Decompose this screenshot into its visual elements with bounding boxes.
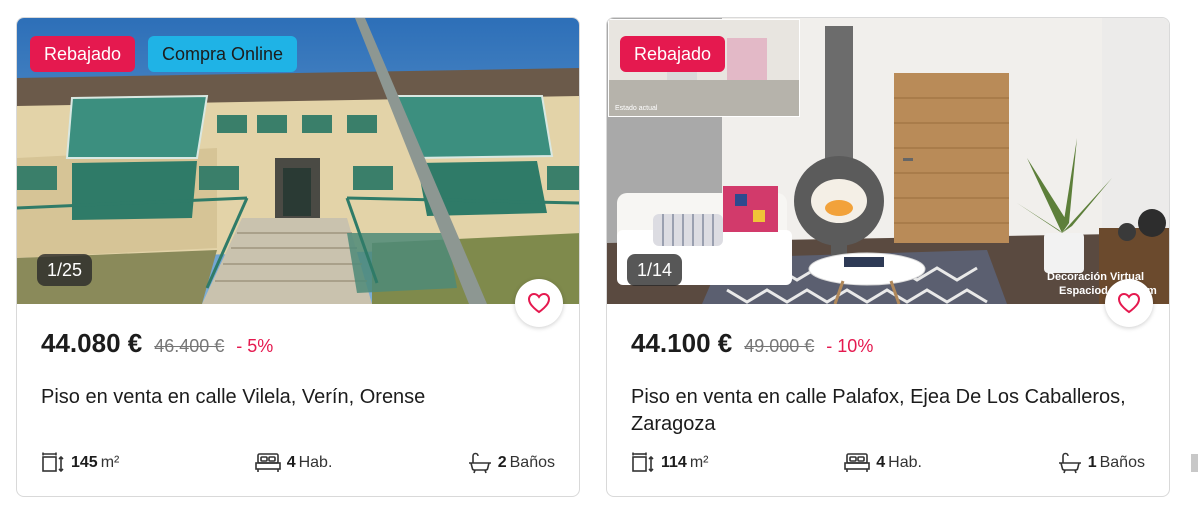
photo-counter: 1/14 bbox=[627, 254, 683, 286]
baths-feature: 2 Baños bbox=[468, 452, 555, 474]
bathtub-icon bbox=[468, 452, 491, 474]
features-row: 145 m² 4 Hab. 2 Baños bbox=[41, 450, 555, 476]
area-unit: m² bbox=[689, 454, 709, 471]
photo-counter: 1/25 bbox=[37, 254, 93, 286]
inset-label: Estado actual bbox=[615, 105, 658, 112]
scrollbar-thumb[interactable] bbox=[1191, 454, 1198, 472]
online-purchase-badge: Compra Online bbox=[148, 36, 298, 72]
area-value: 145 bbox=[71, 454, 98, 471]
rooms-feature: 4 Hab. bbox=[254, 452, 333, 474]
baths-value: 1 bbox=[1087, 454, 1097, 471]
baths-label: Baños bbox=[1099, 454, 1145, 471]
rooms-label: Hab. bbox=[298, 454, 333, 471]
property-card[interactable]: Estado actual Decoración Virtual Espacio… bbox=[606, 17, 1170, 497]
rooms-value: 4 bbox=[876, 454, 886, 471]
price: 44.080 € bbox=[41, 328, 143, 358]
baths-label: Baños bbox=[509, 454, 555, 471]
bathtub-icon bbox=[1058, 452, 1081, 474]
heart-icon bbox=[527, 292, 551, 314]
property-card[interactable]: Rebajado Compra Online 1/25 44.080 € 46.… bbox=[16, 17, 580, 497]
bed-icon bbox=[844, 453, 871, 472]
old-price: 49.000 € bbox=[744, 336, 815, 356]
old-price: 46.400 € bbox=[154, 336, 225, 356]
area-feature: 145 m² bbox=[41, 452, 119, 474]
favorite-button[interactable] bbox=[1105, 279, 1153, 327]
price: 44.100 € bbox=[631, 328, 733, 358]
area-feature: 114 m² bbox=[631, 452, 708, 474]
area-unit: m² bbox=[100, 454, 120, 471]
property-title[interactable]: Piso en venta en calle Palafox, Ejea De … bbox=[631, 384, 1151, 438]
discount-percent: - 10% bbox=[826, 336, 874, 356]
favorite-button[interactable] bbox=[515, 279, 563, 327]
rooms-label: Hab. bbox=[888, 454, 922, 471]
features-row: 114 m² 4 Hab. 1 Baños bbox=[631, 450, 1145, 476]
baths-value: 2 bbox=[497, 454, 507, 471]
rooms-feature: 4 Hab. bbox=[844, 452, 922, 474]
bed-icon bbox=[254, 453, 281, 472]
area-icon bbox=[632, 452, 654, 473]
discount-badge: Rebajado bbox=[620, 36, 726, 72]
area-icon bbox=[42, 452, 64, 473]
price-row: 44.100 € 49.000 € - 10% bbox=[631, 328, 873, 359]
baths-feature: 1 Baños bbox=[1058, 452, 1145, 474]
property-title[interactable]: Piso en venta en calle Vilela, Verín, Or… bbox=[41, 384, 561, 411]
discount-percent: - 5% bbox=[236, 336, 274, 356]
watermark-line-2: Espaciod bbox=[1059, 285, 1108, 297]
area-value: 114 bbox=[661, 454, 687, 471]
price-row: 44.080 € 46.400 € - 5% bbox=[41, 328, 273, 359]
rooms-value: 4 bbox=[286, 454, 296, 471]
discount-badge: Rebajado bbox=[30, 36, 136, 72]
heart-icon bbox=[1117, 292, 1141, 314]
